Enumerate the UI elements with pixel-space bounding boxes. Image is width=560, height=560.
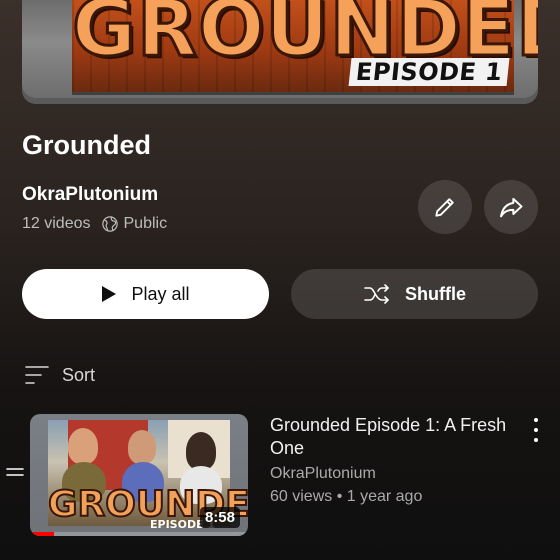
play-icon (102, 286, 117, 302)
share-icon (500, 197, 523, 218)
playlist-video-row[interactable]: GROUNDED EPISODE 1 8:58 Grounded Episode… (0, 410, 560, 536)
playlist-title: Grounded (22, 130, 151, 160)
shuffle-button[interactable]: Shuffle (291, 269, 538, 319)
shuffle-icon (364, 284, 389, 304)
visibility: Public (101, 215, 168, 233)
sort-button[interactable]: Sort (24, 364, 95, 386)
video-channel: OkraPlutonium (270, 465, 376, 482)
sort-icon (25, 366, 49, 384)
banner-image: GROUNDED EPISODE 1 (71, 0, 538, 95)
sort-label: Sort (62, 364, 96, 385)
banner-subtitle: EPISODE 1 (348, 58, 510, 86)
video-title[interactable]: Grounded Episode 1: A Fresh One (270, 414, 520, 460)
play-all-button[interactable]: Play all (22, 269, 269, 319)
watch-progress-bar (30, 532, 54, 536)
play-all-label: Play all (131, 283, 190, 304)
more-options-button[interactable] (528, 416, 544, 444)
globe-icon (101, 216, 118, 232)
playlist-owner[interactable]: OkraPlutonium (22, 184, 158, 206)
drag-handle-icon[interactable] (6, 466, 24, 478)
pencil-icon (435, 198, 454, 217)
visibility-label: Public (123, 215, 168, 232)
share-button[interactable] (484, 180, 538, 234)
shuffle-label: Shuffle (405, 283, 466, 304)
watch-progress-track (30, 532, 248, 536)
playlist-meta: 12 videos Public (22, 215, 167, 233)
video-duration: 8:58 (199, 507, 240, 528)
playlist-banner: GROUNDED EPISODE 1 (22, 0, 538, 104)
video-stats: 60 views • 1 year ago (270, 488, 423, 505)
video-count: 12 videos (22, 215, 91, 232)
video-thumbnail[interactable]: GROUNDED EPISODE 1 8:58 (30, 414, 248, 536)
edit-playlist-button[interactable] (418, 180, 472, 234)
